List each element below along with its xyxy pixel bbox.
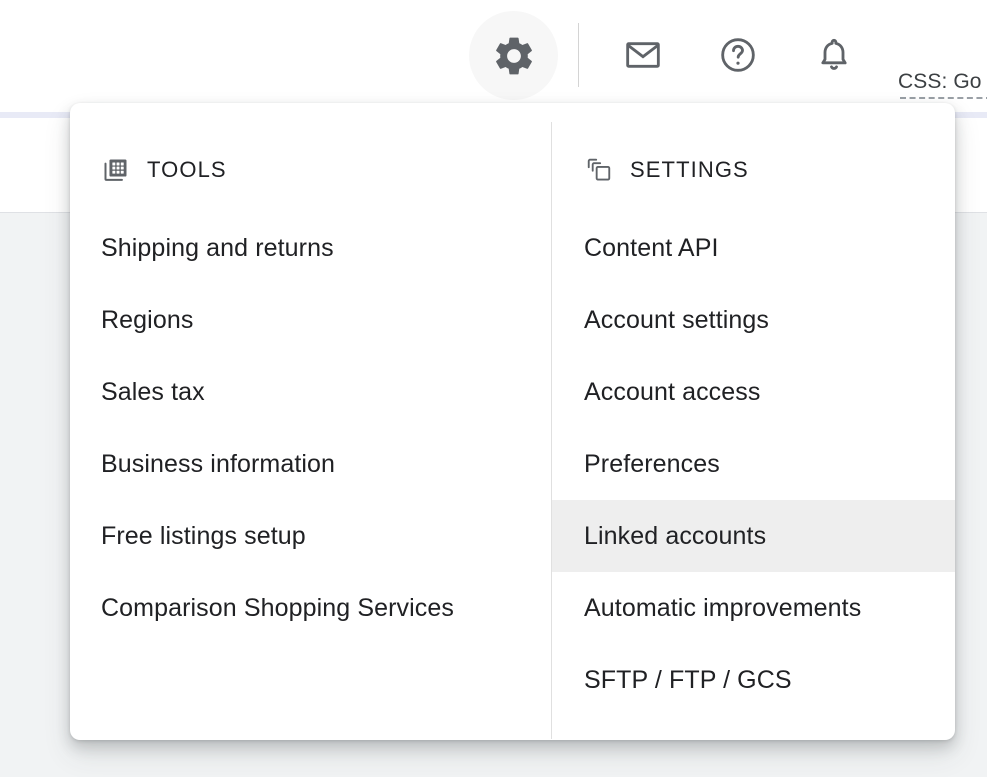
css-status-underline	[900, 97, 987, 99]
menu-item-regions[interactable]: Regions	[70, 284, 551, 356]
grid-copy-icon	[101, 155, 131, 185]
menu-item-free-listings-setup[interactable]: Free listings setup	[70, 500, 551, 572]
menu-item-shipping-and-returns[interactable]: Shipping and returns	[70, 212, 551, 284]
menu-item-label: Comparison Shopping Services	[101, 593, 454, 622]
help-button[interactable]	[713, 30, 763, 80]
mail-button[interactable]	[618, 30, 668, 80]
settings-gear-button[interactable]	[469, 11, 558, 100]
header-divider	[578, 23, 579, 87]
menu-item-label: Preferences	[584, 449, 720, 478]
menu-column-title-tools: TOOLS	[147, 157, 227, 182]
gear-icon	[491, 33, 537, 79]
menu-item-content-api[interactable]: Content API	[551, 212, 955, 284]
menu-item-automatic-improvements[interactable]: Automatic improvements	[551, 572, 955, 644]
menu-list-tools: Shipping and returns Regions Sales tax B…	[70, 212, 551, 644]
menu-item-label: Account settings	[584, 305, 770, 334]
top-header-bar: CSS: Go	[0, 0, 987, 112]
menu-list-settings: Content API Account settings Account acc…	[551, 212, 955, 716]
layers-icon	[584, 155, 614, 185]
menu-item-label: Business information	[101, 449, 336, 478]
menu-item-sftp-ftp-gcs[interactable]: SFTP / FTP / GCS	[551, 644, 955, 716]
menu-column-header-tools: TOOLS	[101, 154, 227, 186]
settings-menu-panel: TOOLS Shipping and returns Regions Sales…	[70, 103, 955, 740]
menu-item-sales-tax[interactable]: Sales tax	[70, 356, 551, 428]
menu-column-divider	[551, 122, 552, 739]
css-status-label: CSS: Go	[898, 70, 982, 93]
menu-column-header-settings: SETTINGS	[584, 154, 749, 186]
menu-column-settings: SETTINGS Content API Account settings Ac…	[551, 103, 955, 740]
menu-item-business-information[interactable]: Business information	[70, 428, 551, 500]
bell-icon	[814, 35, 854, 75]
menu-item-linked-accounts[interactable]: Linked accounts	[551, 500, 955, 572]
notifications-button[interactable]	[809, 30, 859, 80]
menu-item-label: Regions	[101, 305, 194, 334]
help-icon	[718, 35, 758, 75]
mail-icon	[623, 35, 663, 75]
menu-item-preferences[interactable]: Preferences	[551, 428, 955, 500]
menu-column-tools: TOOLS Shipping and returns Regions Sales…	[70, 103, 551, 740]
menu-item-label: SFTP / FTP / GCS	[584, 665, 792, 694]
menu-item-label: Account access	[584, 377, 761, 406]
menu-item-label: Automatic improvements	[584, 593, 862, 622]
menu-item-label: Linked accounts	[584, 521, 767, 550]
menu-item-label: Sales tax	[101, 377, 205, 406]
menu-item-account-settings[interactable]: Account settings	[551, 284, 955, 356]
app-screen: CSS: Go TOOLS Shipping and returns Regio…	[0, 0, 987, 777]
menu-item-account-access[interactable]: Account access	[551, 356, 955, 428]
menu-item-label: Shipping and returns	[101, 233, 334, 262]
menu-item-comparison-shopping-services[interactable]: Comparison Shopping Services	[70, 572, 551, 644]
menu-item-label: Free listings setup	[101, 521, 306, 550]
menu-item-label: Content API	[584, 233, 719, 262]
menu-column-title-settings: SETTINGS	[630, 157, 749, 182]
